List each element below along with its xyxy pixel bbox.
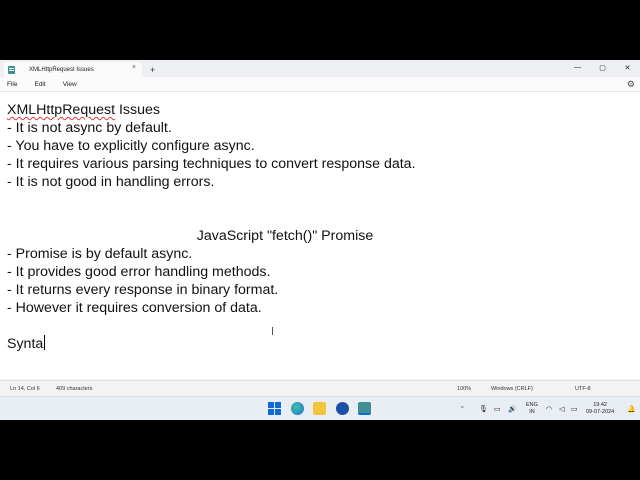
speaker-icon[interactable]: 🔊 bbox=[508, 397, 517, 420]
fetch-point: - It provides good error handling method… bbox=[7, 264, 271, 280]
character-count: 409 characters bbox=[56, 386, 93, 392]
status-bar: Ln 14, Col 6 409 characters 100% Windows… bbox=[0, 380, 640, 396]
window-controls: — ▢ ✕ bbox=[565, 60, 640, 77]
i-beam-cursor bbox=[272, 327, 277, 335]
heading-line: XMLHttpRequest Issues bbox=[7, 101, 160, 119]
menu-file[interactable]: File bbox=[7, 81, 17, 88]
close-button[interactable]: ✕ bbox=[615, 60, 640, 75]
menu-edit[interactable]: Edit bbox=[34, 81, 45, 88]
volume-icon[interactable]: ◁ bbox=[559, 397, 564, 420]
minimize-button[interactable]: — bbox=[565, 60, 590, 75]
tray-chevron[interactable]: ^ bbox=[461, 397, 464, 420]
text-editor[interactable]: XMLHttpRequest Issues - It is not async … bbox=[0, 92, 640, 379]
notepad-taskbar-icon[interactable] bbox=[358, 402, 371, 415]
title-bar: XMLHttpRequest Issues × + — ▢ ✕ bbox=[0, 60, 640, 77]
clock-time: 19:42 bbox=[593, 402, 607, 408]
new-tab-button[interactable]: + bbox=[150, 65, 155, 75]
line-ending[interactable]: Windows (CRLF) bbox=[491, 386, 533, 392]
encoding[interactable]: UTF-8 bbox=[575, 386, 591, 392]
taskbar: ^ 🎙 ▭ 🔊 ENG IN ◠ ◁ ▭ 19:42 09-07-2024 🔔 bbox=[0, 396, 640, 420]
fetch-point: - Promise is by default async. bbox=[7, 246, 193, 262]
tab-title: XMLHttpRequest Issues bbox=[29, 66, 94, 73]
fetch-point: - It returns every response in binary fo… bbox=[7, 282, 279, 298]
edge-browser-icon[interactable] bbox=[291, 402, 304, 415]
menu-view[interactable]: View bbox=[63, 81, 77, 88]
microphone-icon[interactable]: 🎙 bbox=[479, 397, 488, 420]
fetch-point: - However it requires conversion of data… bbox=[7, 300, 262, 316]
app-icon[interactable] bbox=[336, 402, 349, 415]
gear-icon[interactable]: ⚙ bbox=[627, 79, 635, 90]
text-caret bbox=[44, 335, 46, 350]
heading-word: XMLHttpRequest bbox=[7, 102, 116, 118]
zoom-level[interactable]: 100% bbox=[457, 386, 471, 392]
xhr-point: - You have to explicitly configure async… bbox=[7, 138, 255, 154]
tab-close-button[interactable]: × bbox=[132, 64, 136, 71]
xhr-point: - It requires various parsing techniques… bbox=[7, 156, 416, 172]
region-code: IN bbox=[529, 409, 535, 415]
clock[interactable]: 19:42 09-07-2024 bbox=[586, 397, 614, 420]
menu-bar: File Edit View ⚙ bbox=[0, 77, 640, 92]
xhr-point: - It is not async by default. bbox=[7, 120, 172, 136]
start-icon[interactable] bbox=[268, 402, 281, 415]
file-explorer-icon[interactable] bbox=[313, 402, 326, 415]
heading-rest: Issues bbox=[115, 102, 160, 118]
cursor-position: Ln 14, Col 6 bbox=[10, 386, 40, 392]
battery-icon[interactable]: ▭ bbox=[571, 397, 578, 420]
language-code: ENG bbox=[526, 402, 538, 408]
xhr-point: - It is not good in handling errors. bbox=[7, 174, 215, 190]
clock-date: 09-07-2024 bbox=[586, 409, 615, 415]
document-tab[interactable]: XMLHttpRequest Issues × bbox=[4, 62, 142, 77]
screen: XMLHttpRequest Issues × + — ▢ ✕ File Edi… bbox=[0, 60, 640, 420]
language-indicator[interactable]: ENG IN bbox=[526, 397, 538, 420]
last-line-text: Synta bbox=[7, 336, 44, 352]
network-icon[interactable]: ▭ bbox=[494, 397, 501, 420]
notifications-icon[interactable]: 🔔 bbox=[627, 397, 636, 420]
wifi-icon[interactable]: ◠ bbox=[546, 397, 552, 420]
notepad-icon bbox=[8, 65, 15, 74]
fetch-heading: JavaScript "fetch()" Promise bbox=[196, 228, 374, 244]
current-line: Synta bbox=[7, 335, 46, 353]
maximize-button[interactable]: ▢ bbox=[590, 60, 615, 75]
